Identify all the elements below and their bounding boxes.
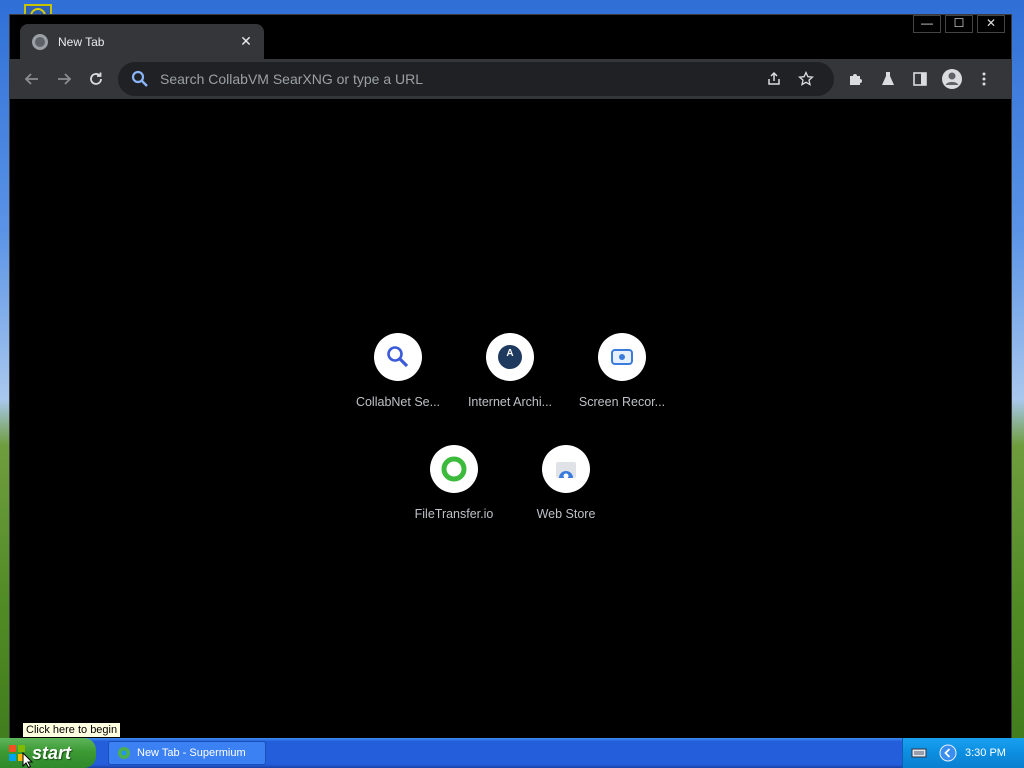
tile-label: Internet Archi... bbox=[467, 395, 553, 409]
record-icon bbox=[611, 349, 633, 365]
shortcut-tile[interactable]: CollabNet Se... bbox=[342, 315, 454, 415]
omnibox-placeholder: Search CollabVM SearXNG or type a URL bbox=[160, 71, 423, 87]
tab-close-button[interactable]: ✕ bbox=[238, 33, 254, 50]
keyboard-icon bbox=[911, 748, 927, 758]
address-bar[interactable]: Search CollabVM SearXNG or type a URL bbox=[118, 62, 834, 96]
reload-button[interactable] bbox=[80, 63, 112, 95]
tab-title: New Tab bbox=[58, 34, 105, 49]
svg-text:A: A bbox=[506, 348, 513, 359]
forward-button[interactable] bbox=[48, 63, 80, 95]
tab-new-tab[interactable]: New Tab ✕ bbox=[20, 24, 264, 59]
search-icon bbox=[387, 346, 409, 368]
window-controls: — ☐ ✕ bbox=[909, 15, 1005, 33]
reload-icon bbox=[90, 72, 102, 85]
menu-button[interactable] bbox=[968, 63, 1000, 95]
labs-button[interactable] bbox=[872, 63, 904, 95]
collapse-tray-icon bbox=[939, 744, 957, 762]
minimize-button[interactable]: — bbox=[913, 15, 941, 33]
tile-icon-container bbox=[542, 445, 590, 493]
arrow-left-icon bbox=[24, 73, 38, 85]
tile-label: FileTransfer.io bbox=[414, 507, 494, 521]
tile-label: Screen Recor... bbox=[578, 395, 666, 409]
shortcut-tile[interactable]: Web Store bbox=[510, 427, 622, 527]
back-button[interactable] bbox=[16, 63, 48, 95]
tile-label: CollabNet Se... bbox=[355, 395, 441, 409]
extensions-button[interactable] bbox=[840, 63, 872, 95]
browser-logo-icon bbox=[118, 747, 130, 759]
globe-icon bbox=[32, 33, 48, 50]
side-panel-icon bbox=[913, 72, 927, 86]
tile-icon-container bbox=[374, 333, 422, 381]
new-tab-page: CollabNet Se... A Internet Archi... Scre… bbox=[10, 99, 1011, 739]
browser-toolbar: Search CollabVM SearXNG or type a URL bbox=[10, 59, 1011, 99]
system-tray: 3:30 PM bbox=[902, 738, 1024, 768]
mouse-cursor-icon bbox=[22, 752, 34, 768]
share-button[interactable] bbox=[758, 63, 790, 95]
avatar-icon bbox=[942, 69, 962, 89]
title-bar: New Tab ✕ — ☐ ✕ bbox=[10, 15, 1011, 59]
start-button[interactable]: start bbox=[0, 738, 96, 768]
taskbar: start New Tab - Supermium 3:30 PM bbox=[0, 738, 1024, 768]
share-icon bbox=[768, 71, 780, 85]
toolbar-actions bbox=[840, 63, 1000, 95]
taskbar-item-browser[interactable]: New Tab - Supermium bbox=[108, 741, 266, 765]
taskbar-item-label: New Tab - Supermium bbox=[137, 747, 246, 759]
shortcut-tile[interactable]: A Internet Archi... bbox=[454, 315, 566, 415]
shortcut-tile[interactable]: FileTransfer.io bbox=[398, 427, 510, 527]
close-window-button[interactable]: ✕ bbox=[977, 15, 1005, 33]
side-panel-button[interactable] bbox=[904, 63, 936, 95]
kebab-menu-icon bbox=[982, 72, 986, 86]
tile-icon-container bbox=[430, 445, 478, 493]
tile-icon-container: A bbox=[486, 333, 534, 381]
tile-label: Web Store bbox=[536, 507, 596, 521]
puzzle-icon bbox=[850, 74, 862, 85]
search-icon bbox=[131, 70, 148, 87]
tile-icon-container bbox=[598, 333, 646, 381]
profile-button[interactable] bbox=[936, 63, 968, 95]
bookmark-button[interactable] bbox=[790, 63, 822, 95]
maximize-button[interactable]: ☐ bbox=[945, 15, 973, 33]
archive-icon: A bbox=[498, 345, 522, 369]
arrow-right-icon bbox=[58, 73, 72, 85]
star-icon bbox=[798, 71, 814, 86]
start-tooltip: Click here to begin bbox=[22, 722, 122, 738]
webstore-icon bbox=[556, 462, 576, 479]
shortcut-tile[interactable]: Screen Recor... bbox=[566, 315, 678, 415]
browser-window: New Tab ✕ — ☐ ✕ Search CollabVM SearXNG … bbox=[9, 14, 1012, 739]
start-label: start bbox=[32, 742, 72, 763]
clock: 3:30 PM bbox=[965, 747, 1006, 759]
filetransfer-icon bbox=[441, 456, 467, 482]
flask-icon bbox=[882, 72, 894, 85]
